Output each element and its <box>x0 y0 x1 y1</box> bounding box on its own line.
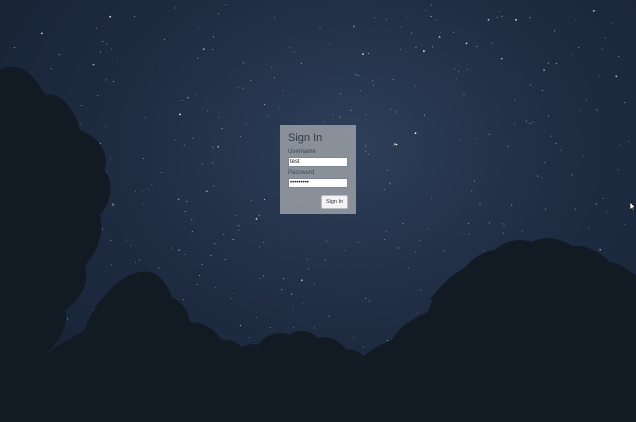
login-screen: Sign In Username Password Sign In <box>0 0 636 422</box>
login-title: Sign In <box>288 132 323 144</box>
login-form: Sign In Username Password Sign In <box>280 125 356 214</box>
password-input[interactable] <box>288 178 348 188</box>
mouse-pointer-icon <box>630 202 636 211</box>
sign-in-button[interactable]: Sign In <box>321 195 348 209</box>
username-label: Username <box>288 149 316 155</box>
password-label: Password <box>288 170 315 176</box>
username-input[interactable] <box>288 157 348 167</box>
